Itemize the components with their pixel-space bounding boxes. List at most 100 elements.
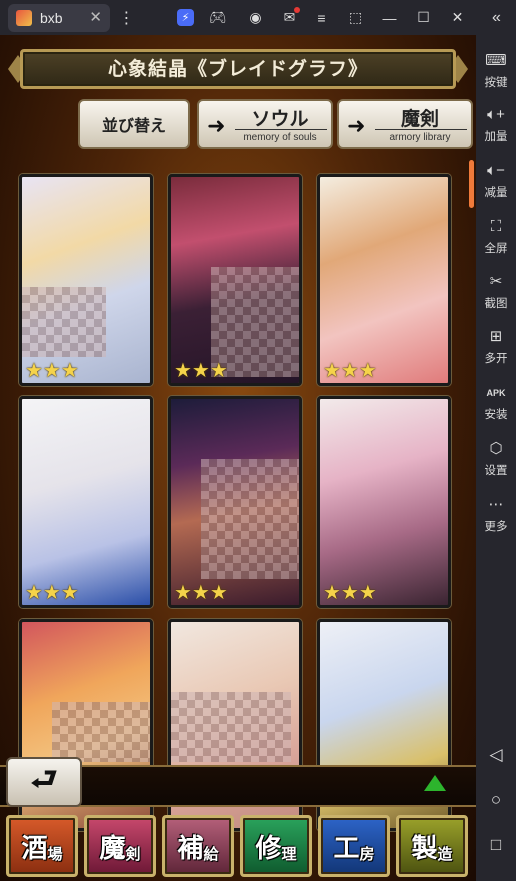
- more-icon: ⋯: [488, 496, 504, 513]
- sidebar-item-screenshot[interactable]: ✂ 截图: [476, 272, 516, 311]
- star-rating: ★★★: [25, 582, 79, 604]
- minimize-icon[interactable]: —: [381, 9, 398, 26]
- sidebar-item-label: 更多: [484, 521, 508, 533]
- armory-sublabel: armory library: [389, 132, 451, 143]
- armory-label: 魔剣: [400, 108, 439, 130]
- emulator-sidebar: ⌨ 按键 🔈︎+ 加量 🔈︎− 减量 ⛶ 全屏 ✂ 截图 ⊞ 多开 APK 安装 ⬡ 设置 ⋯ 更…: [476, 35, 516, 881]
- menu-craft-char2: 造: [437, 845, 453, 863]
- sidebar-scroll-indicator[interactable]: [469, 160, 474, 208]
- star-rating: ★★★: [25, 360, 79, 382]
- recents-nav-icon[interactable]: □: [476, 835, 516, 855]
- menu-magic-sword[interactable]: 魔剣: [84, 815, 156, 877]
- censor-mosaic: [201, 459, 299, 579]
- arrow-right-icon: ➜: [207, 113, 226, 138]
- page-title: 心象結晶《ブレイドグラフ》: [107, 58, 368, 80]
- star-rating: ★★★: [323, 582, 377, 604]
- card-4[interactable]: ★★★: [19, 396, 153, 608]
- back-nav-icon[interactable]: ◁: [476, 745, 516, 765]
- card-art: [22, 399, 150, 605]
- scroll-up-arrow-icon[interactable]: [424, 775, 446, 791]
- close-window-icon[interactable]: ✕: [449, 9, 466, 26]
- card-art: [320, 399, 448, 605]
- menu-repair[interactable]: 修理: [240, 815, 312, 877]
- card-art: [320, 177, 448, 383]
- card-3[interactable]: ★★★: [317, 174, 451, 386]
- title-banner: 心象結晶《ブレイドグラフ》: [8, 45, 468, 93]
- game-viewport: 心象結晶《ブレイドグラフ》 並び替え ➜ ソウル memory of souls…: [0, 35, 476, 881]
- menu-repair-char2: 理: [281, 845, 297, 863]
- label-divider: [235, 129, 327, 130]
- sidebar-item-label: 减量: [484, 187, 508, 199]
- card-stars: ★★★: [174, 361, 228, 381]
- home-nav-icon[interactable]: ○: [476, 790, 516, 810]
- return-arrow-icon: ⮐: [30, 762, 58, 796]
- volume-up-icon: 🔈︎+: [487, 106, 505, 123]
- star-rating: ★★★: [174, 582, 228, 604]
- menu-craft[interactable]: 製造: [396, 815, 468, 877]
- hamburger-menu-icon[interactable]: ≡: [313, 9, 330, 26]
- card-6[interactable]: ★★★: [317, 396, 451, 608]
- back-button[interactable]: ⮐: [6, 757, 82, 807]
- maximize-icon[interactable]: ☐: [415, 9, 432, 26]
- card-stars: ★★★: [25, 583, 79, 603]
- menu-workshop[interactable]: 工房: [318, 815, 390, 877]
- souls-sublabel: memory of souls: [243, 132, 317, 143]
- menu-workshop-char2: 房: [359, 845, 375, 863]
- volume-down-icon: 🔈︎−: [487, 162, 505, 179]
- censor-mosaic: [22, 287, 106, 357]
- keyboard-icon: ⌨: [485, 52, 507, 69]
- menu-repair-char1: 修: [255, 833, 282, 864]
- card-1[interactable]: ★★★: [19, 174, 153, 386]
- menu-craft-char1: 製: [411, 833, 438, 864]
- arrow-right-icon: ➜: [347, 113, 366, 138]
- star-rating: ★★★: [174, 360, 228, 382]
- screenshot-icon: ✂: [489, 273, 503, 290]
- card-stars: ★★★: [323, 583, 377, 603]
- sidebar-item-install[interactable]: APK 安装: [476, 383, 516, 422]
- accelerate-icon[interactable]: ⚡: [177, 9, 194, 26]
- armory-nav-button[interactable]: ➜ 魔剣 armory library: [337, 99, 473, 149]
- sidebar-item-label: 设置: [484, 465, 508, 477]
- app-favicon-icon: [16, 10, 32, 26]
- censor-mosaic: [171, 692, 291, 762]
- card-2[interactable]: ★★★: [168, 174, 302, 386]
- title-bar: bxb ✕ ⋮ ⚡ 🎮︎ ◉ ✉ ≡ ⬚ — ☐ ✕ «: [0, 0, 516, 35]
- menu-magic-sword-char2: 剣: [125, 845, 141, 863]
- kebab-menu-icon[interactable]: ⋮: [118, 9, 135, 27]
- sidebar-item-volume-up[interactable]: 🔈︎+ 加量: [476, 105, 516, 144]
- menu-supply-char2: 給: [203, 845, 219, 863]
- pin-window-icon[interactable]: ⬚: [347, 9, 364, 26]
- sidebar-item-keymap[interactable]: ⌨ 按键: [476, 51, 516, 90]
- sidebar-item-label: 安装: [484, 409, 508, 421]
- sidebar-item-label: 全屏: [484, 243, 508, 255]
- menu-tavern[interactable]: 酒場: [6, 815, 78, 877]
- sidebar-item-fullscreen[interactable]: ⛶ 全屏: [476, 217, 516, 256]
- tab-close-icon[interactable]: ✕: [89, 8, 102, 26]
- sidebar-item-volume-down[interactable]: 🔈︎− 减量: [476, 161, 516, 200]
- sidebar-item-label: 加量: [484, 131, 508, 143]
- multi-instance-icon: ⊞: [489, 328, 503, 345]
- souls-nav-button[interactable]: ➜ ソウル memory of souls: [197, 99, 333, 149]
- sidebar-item-multi-instance[interactable]: ⊞ 多开: [476, 327, 516, 366]
- sidebar-item-more[interactable]: ⋯ 更多: [476, 495, 516, 534]
- menu-magic-sword-char1: 魔: [99, 833, 126, 864]
- label-divider: [375, 129, 467, 130]
- bottom-bar: ⮐ 酒場 魔剣 補給 修理 工房 製造: [0, 757, 476, 881]
- browser-tab[interactable]: bxb ✕: [8, 4, 110, 32]
- collapse-sidebar-icon[interactable]: «: [488, 9, 505, 26]
- card-stars: ★★★: [25, 361, 79, 381]
- card-stars: ★★★: [174, 583, 228, 603]
- menu-supply[interactable]: 補給: [162, 815, 234, 877]
- banner-plate: 心象結晶《ブレイドグラフ》: [20, 49, 456, 89]
- sidebar-item-label: 截图: [484, 298, 508, 310]
- souls-label: ソウル: [251, 108, 309, 130]
- settings-icon: ⬡: [489, 440, 503, 457]
- sidebar-item-settings[interactable]: ⬡ 设置: [476, 439, 516, 478]
- fullscreen-icon: ⛶: [490, 218, 502, 235]
- sort-button[interactable]: 並び替え: [78, 99, 190, 149]
- card-5[interactable]: ★★★: [168, 396, 302, 608]
- notification-dot: [294, 7, 300, 13]
- gamepad-icon[interactable]: 🎮︎: [209, 9, 227, 26]
- censor-mosaic: [52, 702, 150, 762]
- account-icon[interactable]: ◉: [247, 9, 264, 26]
